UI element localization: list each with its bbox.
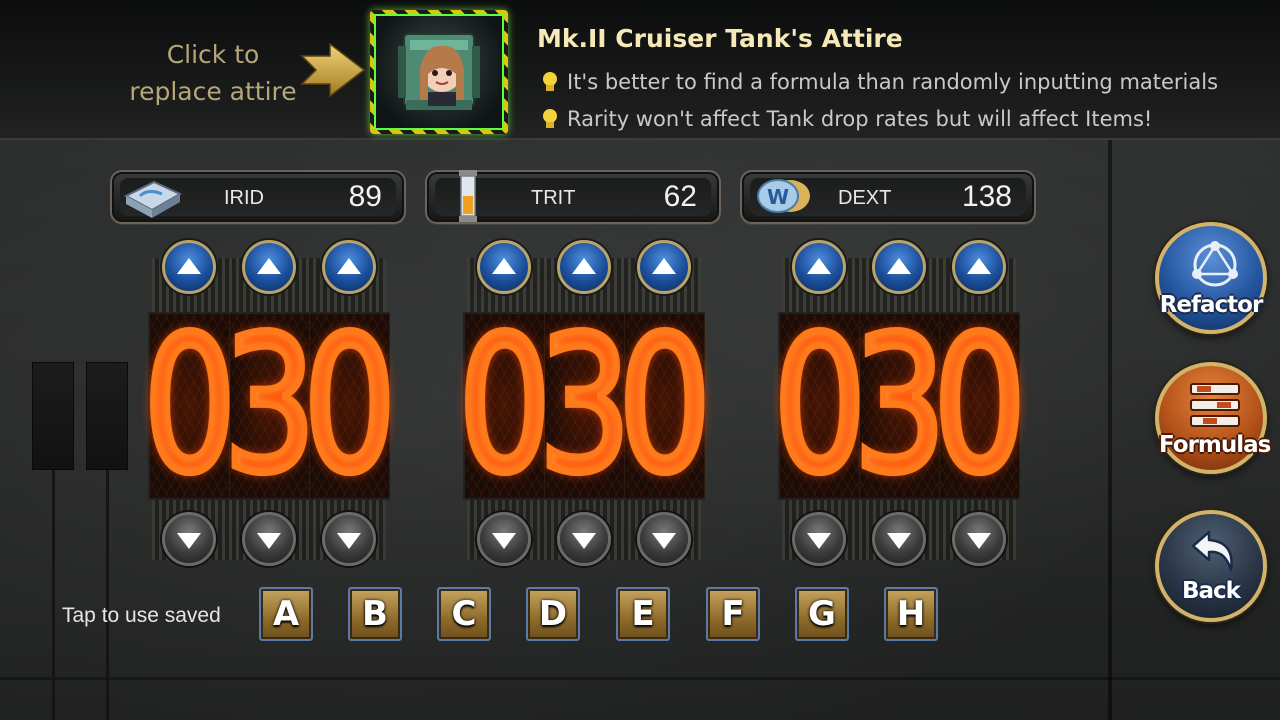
saved-slot-a[interactable]: A xyxy=(259,587,313,641)
attire-thumbnail xyxy=(374,14,504,130)
refactor-label: Refactor xyxy=(1159,292,1264,318)
arrow-down-icon xyxy=(572,532,596,549)
back-label: Back xyxy=(1182,578,1241,604)
dext-hundreds-down-button[interactable] xyxy=(792,512,846,566)
arrow-up-icon xyxy=(572,257,596,274)
attire-title: Mk.II Cruiser Tank's Attire xyxy=(537,24,903,53)
saved-slot-c[interactable]: C xyxy=(437,587,491,641)
trit-icon xyxy=(459,170,477,222)
trit-ones-down-button[interactable] xyxy=(637,512,691,566)
resource-dext: W DEXT 138 xyxy=(740,170,1036,224)
resource-name: IRID xyxy=(224,187,264,209)
dext-ones-up-button[interactable] xyxy=(952,240,1006,294)
trit-hundreds-down-button[interactable] xyxy=(477,512,531,566)
arrow-down-icon xyxy=(652,532,676,549)
saved-slot-g[interactable]: G xyxy=(795,587,849,641)
resource-value: 62 xyxy=(663,180,697,213)
back-button[interactable]: Back xyxy=(1155,510,1267,622)
header-bar: Click to replace attire Mk.II Cruiser Ta… xyxy=(0,0,1280,140)
dext-tens-up-button[interactable] xyxy=(872,240,926,294)
trit-tens-up-button[interactable] xyxy=(557,240,611,294)
arrow-down-icon xyxy=(257,532,281,549)
arrow-down-icon xyxy=(177,532,201,549)
arrow-down-icon xyxy=(887,532,911,549)
nixie-digit: 3 xyxy=(850,296,949,515)
dext-ones-down-button[interactable] xyxy=(952,512,1006,566)
resource-irid: IRID 89 xyxy=(110,170,406,224)
arrow-up-icon xyxy=(492,257,516,274)
tip-row: Rarity won't affect Tank drop rates but … xyxy=(539,107,1152,131)
refactor-icon xyxy=(1192,241,1238,287)
nixie-digit: 0 xyxy=(140,296,239,515)
arrow-up-icon xyxy=(337,257,361,274)
irid-tens-down-button[interactable] xyxy=(242,512,296,566)
saved-slot-b[interactable]: B xyxy=(348,587,402,641)
nixie-digit: 3 xyxy=(535,296,634,515)
irid-hundreds-down-button[interactable] xyxy=(162,512,216,566)
irid-input-display: 0 3 0 xyxy=(140,296,399,515)
irid-hundreds-up-button[interactable] xyxy=(162,240,216,294)
formulas-label: Formulas xyxy=(1159,432,1271,458)
tip-row: It's better to find a formula than rando… xyxy=(539,70,1218,94)
refactor-button[interactable]: Refactor xyxy=(1155,222,1267,334)
arrow-up-icon xyxy=(177,257,201,274)
arrow-up-icon xyxy=(967,257,991,274)
formulas-list-icon xyxy=(1190,383,1240,427)
dext-hundreds-up-button[interactable] xyxy=(792,240,846,294)
trit-input-display: 0 3 0 xyxy=(455,296,714,515)
saved-slot-e[interactable]: E xyxy=(616,587,670,641)
nixie-digit: 0 xyxy=(930,296,1029,515)
trit-ones-up-button[interactable] xyxy=(637,240,691,294)
resource-value: 89 xyxy=(348,180,382,213)
arrow-down-icon xyxy=(337,532,361,549)
arrow-up-icon xyxy=(652,257,676,274)
saved-slot-d[interactable]: D xyxy=(526,587,580,641)
saved-formulas-label: Tap to use saved xyxy=(62,604,221,627)
wall-wire xyxy=(52,470,55,720)
resource-name: TRIT xyxy=(531,187,576,209)
lightbulb-icon xyxy=(543,72,557,91)
arrow-up-icon xyxy=(887,257,911,274)
irid-icon xyxy=(123,180,183,218)
lightbulb-icon xyxy=(543,109,557,128)
trit-hundreds-up-button[interactable] xyxy=(477,240,531,294)
arrow-up-icon xyxy=(807,257,831,274)
wall-wire xyxy=(106,470,109,720)
saved-slot-h[interactable]: H xyxy=(884,587,938,641)
resource-name: DEXT xyxy=(838,187,892,209)
arrow-down-icon xyxy=(807,532,831,549)
irid-ones-up-button[interactable] xyxy=(322,240,376,294)
resource-trit: TRIT 62 xyxy=(425,170,721,224)
tip-text: Rarity won't affect Tank drop rates but … xyxy=(567,107,1153,131)
arrow-down-icon xyxy=(492,532,516,549)
arrow-down-icon xyxy=(967,532,991,549)
nixie-digit: 0 xyxy=(615,296,714,515)
arrow-up-icon xyxy=(257,257,281,274)
nixie-digit: 0 xyxy=(455,296,554,515)
svg-text:W: W xyxy=(767,185,789,209)
replace-attire-label: Click to replace attire xyxy=(129,40,297,106)
tank-attire-image xyxy=(398,33,480,110)
irid-ones-down-button[interactable] xyxy=(322,512,376,566)
dext-input-display: 0 3 0 xyxy=(770,296,1029,515)
attire-slot-button[interactable] xyxy=(370,10,508,134)
trit-tens-down-button[interactable] xyxy=(557,512,611,566)
dext-icon: W xyxy=(757,179,810,213)
saved-slot-f[interactable]: F xyxy=(706,587,760,641)
nixie-digit: 0 xyxy=(770,296,869,515)
back-arrow-icon xyxy=(1191,530,1233,572)
dext-tens-down-button[interactable] xyxy=(872,512,926,566)
nixie-digit: 3 xyxy=(220,296,319,515)
arrow-right-icon xyxy=(300,42,366,98)
wall-box-right xyxy=(86,362,128,470)
nixie-digit: 0 xyxy=(300,296,399,515)
tip-text: It's better to find a formula than rando… xyxy=(567,70,1219,94)
resource-value: 138 xyxy=(961,180,1012,213)
irid-tens-up-button[interactable] xyxy=(242,240,296,294)
wall-box-left xyxy=(32,362,74,470)
formulas-button[interactable]: Formulas xyxy=(1155,362,1271,474)
